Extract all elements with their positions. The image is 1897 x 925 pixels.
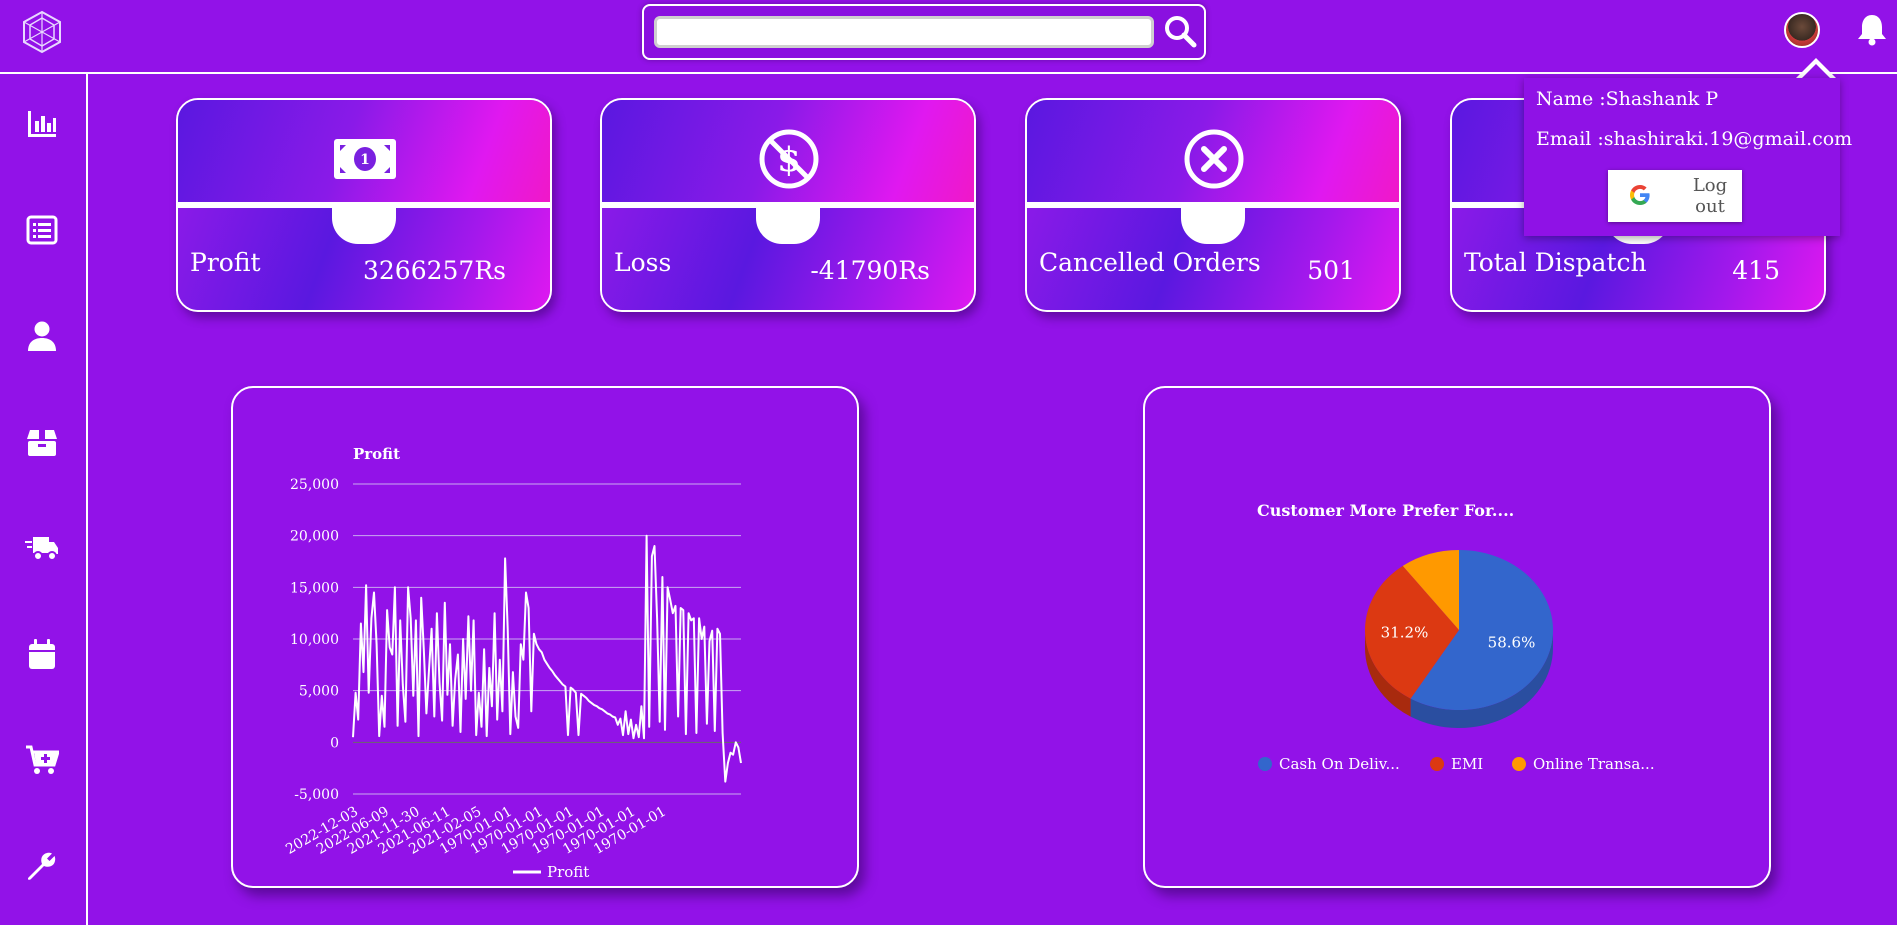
- y-tick-label: 5,000: [299, 684, 339, 700]
- chart-title: Profit: [353, 445, 400, 463]
- y-tick-label: 25,000: [290, 477, 339, 493]
- user-avatar[interactable]: [1784, 12, 1820, 48]
- sidebar-item-add-to-cart[interactable]: [22, 740, 62, 780]
- profit-card: 1 Profit 3266257Rs: [176, 98, 552, 312]
- search-button[interactable]: [1162, 14, 1198, 50]
- loss-card-label: Loss: [614, 248, 672, 277]
- delivery-truck-icon: [25, 537, 58, 561]
- svg-text:$: $: [777, 140, 801, 180]
- user-icon: [28, 321, 56, 351]
- sidebar-item-delivery[interactable]: [22, 528, 62, 568]
- profit-card-label: Profit: [190, 248, 261, 277]
- box-icon: [27, 430, 57, 456]
- y-tick-label: -5,000: [294, 787, 339, 803]
- search-bar: [642, 4, 1206, 60]
- calendar-icon: [29, 639, 55, 669]
- profit-series-line: [352, 534, 742, 783]
- sidebar-item-orders[interactable]: [22, 210, 62, 250]
- loss-card-value: -41790Rs: [810, 256, 930, 285]
- wrench-icon: [28, 852, 56, 880]
- chart-title: Customer More Prefer For....: [1257, 501, 1514, 520]
- top-bar: [0, 0, 1897, 74]
- search-input[interactable]: [654, 16, 1154, 48]
- payment-pie-chart: Customer More Prefer For.... 58.6% 31.2% Ca…: [1257, 501, 1655, 773]
- cancelled-orders-card-value: 501: [1307, 256, 1355, 285]
- profit-chart-panel: Profit 25,000 20,000 15,000 10,000 5,000 0 -5,0…: [231, 386, 859, 888]
- y-tick-label: 0: [330, 735, 339, 751]
- payment-pie-chart-panel: Customer More Prefer For.... 58.6% 31.2% Ca…: [1143, 386, 1771, 888]
- logout-button[interactable]: Log out: [1608, 170, 1742, 222]
- legend-swatch-2: [1512, 757, 1526, 771]
- profile-menu: Name :Shashank P Email :shashiraki.19@gm…: [1524, 78, 1852, 236]
- sidebar-item-products[interactable]: [22, 422, 62, 462]
- y-tick-label: 20,000: [290, 529, 339, 545]
- sidebar: [0, 74, 88, 925]
- total-dispatch-card-value: 415: [1732, 256, 1780, 285]
- y-tick-label: 10,000: [290, 632, 339, 648]
- profile-name: Name :Shashank P: [1536, 88, 1719, 110]
- money-bill-icon: 1: [330, 128, 400, 190]
- legend-swatch-0: [1258, 757, 1272, 771]
- sidebar-item-users[interactable]: [22, 316, 62, 356]
- logout-label: Log out: [1692, 175, 1728, 217]
- no-dollar-icon: $: [754, 128, 824, 190]
- legend-swatch-1: [1430, 757, 1444, 771]
- bar-chart-icon: [28, 111, 56, 137]
- legend-label-2: Online Transa...: [1533, 755, 1655, 773]
- profile-email: Email :shashiraki.19@gmail.com: [1536, 128, 1853, 150]
- loss-card: $ Loss -41790Rs: [600, 98, 976, 312]
- pie-data-label: 58.6%: [1488, 633, 1536, 651]
- profit-card-value: 3266257Rs: [363, 256, 506, 285]
- hexagon-logo-icon[interactable]: [20, 10, 64, 54]
- y-tick-label: 15,000: [290, 580, 339, 596]
- sidebar-item-dashboard[interactable]: [22, 104, 62, 144]
- bell-icon[interactable]: [1856, 12, 1888, 46]
- legend-label-1: EMI: [1451, 755, 1483, 773]
- cart-plus-icon: [26, 745, 59, 774]
- legend-label-0: Cash On Deliv...: [1279, 755, 1400, 773]
- cancelled-orders-card: Cancelled Orders 501: [1025, 98, 1401, 312]
- svg-text:1: 1: [360, 152, 370, 168]
- total-dispatch-card-label: Total Dispatch: [1464, 248, 1647, 277]
- cancel-circle-icon: [1179, 128, 1249, 190]
- sidebar-item-calendar[interactable]: [22, 634, 62, 674]
- sidebar-item-settings[interactable]: [22, 846, 62, 886]
- list-icon: [26, 215, 58, 245]
- search-icon: [1163, 16, 1197, 51]
- google-icon: [1628, 183, 1652, 210]
- pie-data-label: 31.2%: [1381, 623, 1429, 641]
- profit-line-chart: Profit 25,000 20,000 15,000 10,000 5,000 0 -5,0…: [283, 445, 742, 881]
- cancelled-orders-card-label: Cancelled Orders: [1039, 248, 1261, 277]
- legend-label-profit: Profit: [547, 863, 589, 881]
